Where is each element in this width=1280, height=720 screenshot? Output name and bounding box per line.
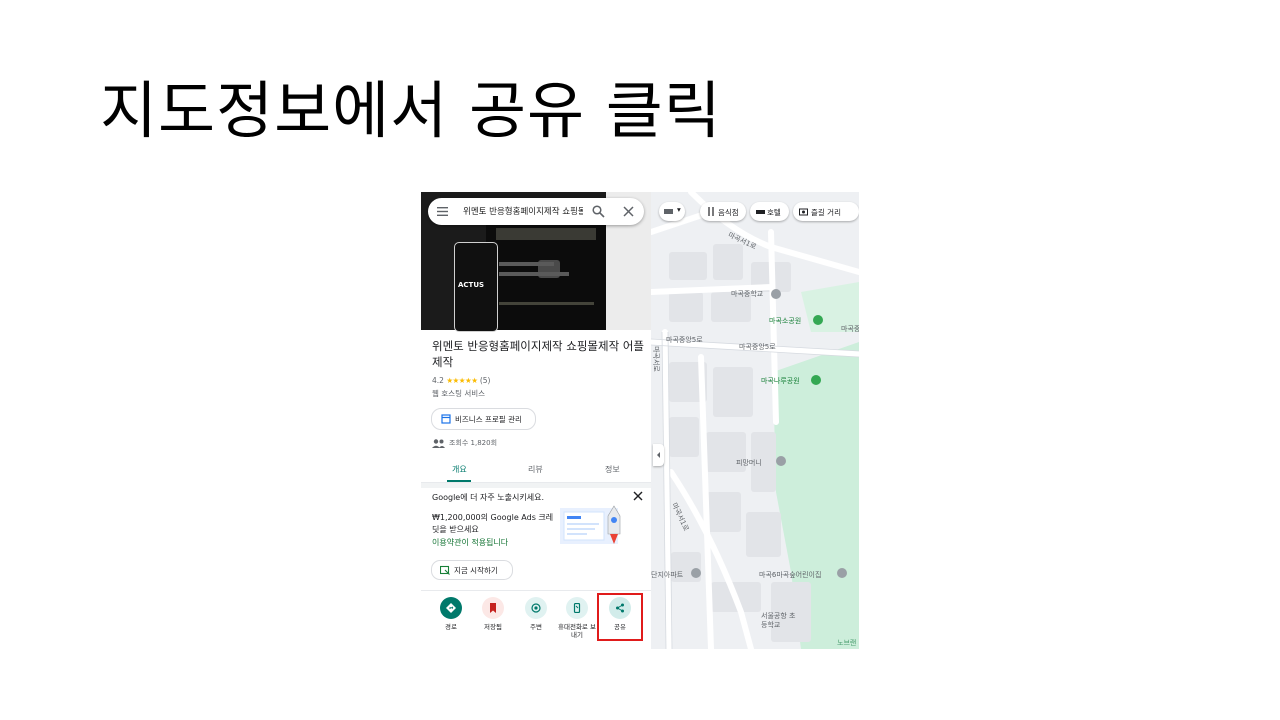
search-box[interactable]: 위멘토 반응형홈페이지제작 쇼핑몰: [428, 198, 644, 225]
restaurants-chip[interactable]: 음식점: [700, 202, 746, 221]
save-button[interactable]: 저장됨: [473, 597, 513, 631]
send-to-phone-circle: [566, 597, 588, 619]
dropdown-caret-icon: ▾: [677, 205, 681, 214]
search-icon[interactable]: [592, 205, 605, 218]
place-label[interactable]: 마곡나루공원: [761, 376, 800, 386]
things-to-do-label: 즐길 거리: [811, 208, 841, 217]
kindergarten-pin-icon[interactable]: [837, 568, 847, 578]
rating-value: 4.2: [432, 376, 444, 385]
place-title: 위멘토 반응형홈페이지제작 쇼핑몰제작 어플제작: [432, 339, 644, 369]
park-pin-icon[interactable]: [813, 315, 823, 325]
promo-title: Google에 더 자주 노출시키세요.: [432, 493, 544, 502]
actus-logo: ACTUS: [458, 281, 485, 289]
save-circle: [482, 597, 504, 619]
place-pin-icon[interactable]: [776, 456, 786, 466]
star-rating-icon: ★★★★★: [446, 376, 478, 385]
place-label[interactable]: 마곡소공원: [769, 316, 801, 326]
place-tabs: 개요 리뷰 정보: [421, 458, 651, 483]
people-icon: [432, 438, 445, 448]
tab-reviews[interactable]: 리뷰: [528, 464, 543, 475]
place-label[interactable]: 마곡6마곡숲어린이집: [759, 570, 821, 580]
start-now-label: 지금 시작하기: [454, 566, 498, 575]
send-to-phone-button[interactable]: 휴대전화로 보내기: [557, 597, 597, 639]
chevron-left-icon: [657, 452, 660, 458]
rating-row[interactable]: 4.2 ★★★★★ (5): [432, 376, 490, 385]
place-panel: ACTUS 위멘토 반응형홈페이지제작 쇼핑몰 위멘토 반응형홈페이지제작 쇼핑…: [421, 192, 651, 649]
share-highlight-box: [597, 593, 643, 641]
bookmark-icon: [490, 603, 496, 613]
map-canvas[interactable]: ▾ 음식점 호텔 즐길 거리 마곡서1로 마곡중앙5로 마곡중앙5로 마곡서1로: [651, 192, 859, 649]
keyboard-icon: [664, 209, 673, 214]
place-label[interactable]: 노브랜: [837, 638, 856, 648]
nearby-button[interactable]: 주변: [516, 597, 556, 631]
road-label: 마곡중앙5로: [739, 343, 776, 351]
place-category[interactable]: 웹 호스팅 서비스: [432, 388, 485, 399]
actions-divider: [421, 590, 651, 591]
directions-label: 경로: [445, 623, 457, 631]
section-divider: [421, 483, 651, 488]
place-label[interactable]: 단지아파트: [651, 570, 683, 580]
storefront-icon: [441, 414, 451, 424]
map-base: [651, 192, 859, 649]
nearby-circle: [525, 597, 547, 619]
google-maps-screenshot: ACTUS 위멘토 반응형홈페이지제작 쇼핑몰 위멘토 반응형홈페이지제작 쇼핑…: [421, 192, 859, 649]
menu-icon[interactable]: [437, 207, 448, 216]
hotels-chip[interactable]: 호텔: [750, 202, 789, 221]
tab-about[interactable]: 정보: [605, 464, 620, 475]
things-to-do-chip[interactable]: 즐길 거리: [793, 202, 859, 221]
phone-icon: [573, 603, 581, 613]
directions-circle: [440, 597, 462, 619]
review-count[interactable]: (5): [480, 376, 491, 385]
camera-icon: [799, 208, 808, 216]
save-label: 저장됨: [484, 623, 502, 631]
start-now-button[interactable]: 지금 시작하기: [431, 560, 513, 580]
road-label: 마곡서로: [651, 346, 660, 372]
apartment-pin-icon[interactable]: [691, 568, 701, 578]
directions-button[interactable]: 경로: [431, 597, 471, 631]
promo-body: ₩1,200,000의 Google Ads 크레딧을 받으세요: [432, 513, 554, 534]
view-count: 조회수 1,820회: [432, 438, 497, 448]
restaurant-icon: [708, 207, 714, 216]
phone-mockup: ACTUS: [454, 242, 498, 332]
restaurants-label: 음식점: [718, 208, 739, 217]
map-label: 마곡중: [841, 325, 859, 333]
slide-title: 지도정보에서 공유 클릭: [100, 74, 722, 147]
nearby-label: 주변: [530, 623, 542, 631]
place-label[interactable]: 피망머니: [736, 458, 762, 468]
collapse-panel-handle[interactable]: [653, 444, 664, 466]
manage-business-label: 비즈니스 프로필 관리: [455, 415, 522, 424]
hotels-label: 호텔: [767, 208, 781, 217]
search-input[interactable]: 위멘토 반응형홈페이지제작 쇼핑몰: [463, 205, 583, 217]
manage-business-profile-button[interactable]: 비즈니스 프로필 관리: [431, 408, 536, 430]
nearby-icon: [531, 603, 541, 613]
promo-close-icon[interactable]: [633, 491, 643, 501]
tab-overview[interactable]: 개요: [452, 464, 467, 475]
school-pin-icon[interactable]: [771, 289, 781, 299]
park-pin-icon[interactable]: [811, 375, 821, 385]
ads-icon: [440, 565, 450, 575]
hotel-icon: [756, 210, 765, 214]
close-icon[interactable]: [623, 206, 634, 217]
place-label[interactable]: 서울공항 초등학교: [761, 612, 801, 630]
place-label[interactable]: 마곡중학교: [731, 289, 763, 299]
view-count-label: 조회수 1,820회: [449, 439, 498, 447]
send-to-phone-label: 휴대전화로 보내기: [558, 623, 596, 639]
directions-icon: [446, 603, 456, 613]
road-label: 마곡중앙5로: [666, 336, 703, 344]
keyboard-chip[interactable]: ▾: [659, 202, 685, 221]
active-tab-indicator: [447, 480, 471, 482]
ads-rocket-illustration: [560, 505, 621, 544]
terms-link[interactable]: 이용약관이 적용됩니다: [432, 537, 508, 548]
